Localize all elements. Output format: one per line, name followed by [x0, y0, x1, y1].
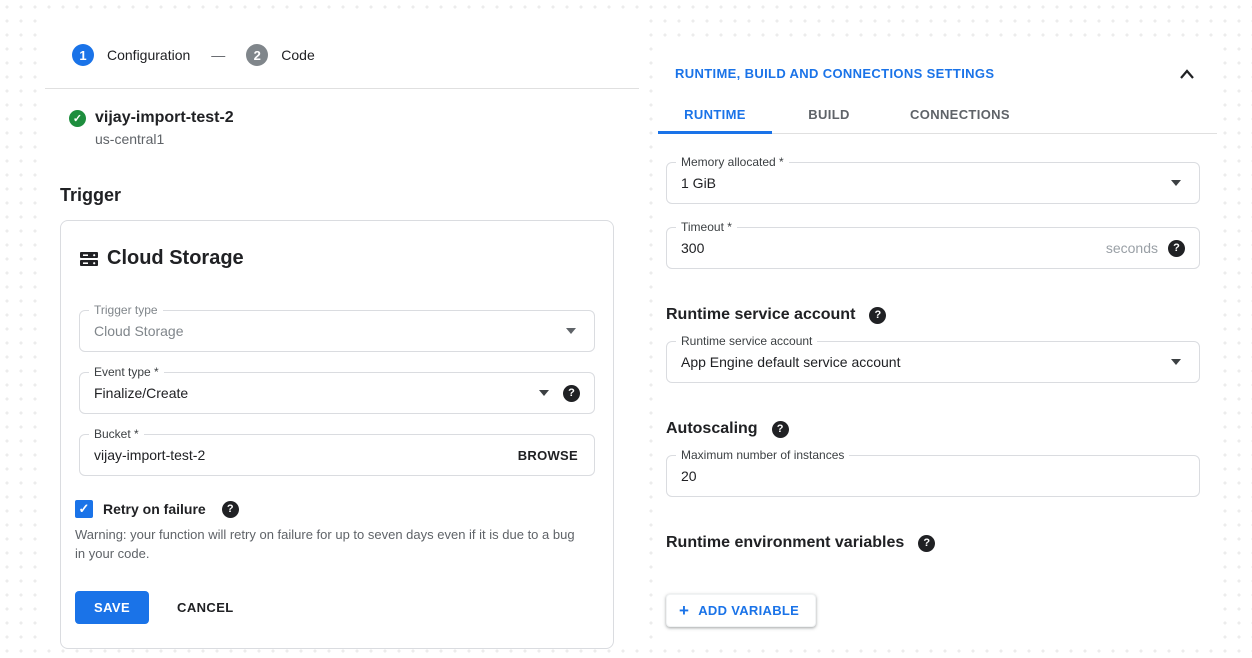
chevron-up-icon[interactable] [1179, 68, 1195, 80]
retry-on-failure-row: ✓ Retry on failure ? [75, 500, 595, 518]
retry-warning-text: Warning: your function will retry on fai… [75, 525, 587, 563]
dropdown-arrow-icon [566, 328, 576, 334]
runtime-settings-panel: RUNTIME, BUILD AND CONNECTIONS SETTINGS … [658, 45, 1217, 644]
configuration-panel: 1 Configuration — 2 Code ✓ vijay-import-… [45, 14, 639, 646]
timeout-label: Timeout * [676, 220, 737, 235]
function-region: us-central1 [95, 131, 639, 147]
bucket-label: Bucket * [89, 427, 144, 442]
tab-runtime[interactable]: RUNTIME [658, 97, 772, 133]
success-check-icon: ✓ [69, 110, 86, 127]
dropdown-arrow-icon [539, 390, 549, 396]
runtime-tab-content: Memory allocated * Timeout * seconds ? R… [658, 162, 1217, 627]
settings-expander-header[interactable]: RUNTIME, BUILD AND CONNECTIONS SETTINGS [658, 45, 1217, 81]
save-button[interactable]: SAVE [75, 591, 149, 624]
stepper-divider [45, 88, 639, 89]
cloud-storage-icon [79, 249, 99, 269]
trigger-type-value[interactable] [94, 323, 552, 339]
env-vars-help-icon[interactable]: ? [918, 535, 935, 552]
timeout-input[interactable] [681, 240, 1096, 256]
env-vars-title: Runtime environment variables [666, 534, 904, 552]
event-type-help-icon[interactable]: ? [563, 385, 580, 402]
bucket-field[interactable]: Bucket * BROWSE [79, 434, 595, 476]
event-type-select[interactable]: Event type * ? [79, 372, 595, 414]
form-actions: SAVE CANCEL [75, 591, 595, 624]
step-1-label[interactable]: Configuration [107, 47, 190, 63]
step-2-label[interactable]: Code [281, 47, 314, 63]
settings-expander-title[interactable]: RUNTIME, BUILD AND CONNECTIONS SETTINGS [675, 66, 994, 81]
dropdown-arrow-icon [1171, 180, 1181, 186]
runtime-service-account-value[interactable] [681, 354, 1157, 370]
timeout-field[interactable]: Timeout * seconds ? [666, 227, 1200, 269]
memory-allocated-select[interactable]: Memory allocated * [666, 162, 1200, 204]
retry-label: Retry on failure [103, 501, 206, 517]
step-1-indicator[interactable]: 1 [72, 44, 94, 66]
event-type-value[interactable] [94, 385, 525, 401]
tab-connections[interactable]: CONNECTIONS [886, 97, 1034, 133]
timeout-unit-suffix: seconds [1106, 240, 1158, 256]
autoscaling-heading: Autoscaling ? [666, 420, 1200, 438]
function-name: vijay-import-test-2 [95, 109, 234, 127]
add-variable-button[interactable]: + ADD VARIABLE [666, 594, 816, 627]
trigger-card: Cloud Storage Trigger type Event type * … [60, 220, 614, 649]
function-summary: ✓ vijay-import-test-2 [69, 109, 639, 127]
settings-tabs: RUNTIME BUILD CONNECTIONS [658, 97, 1217, 134]
timeout-help-icon[interactable]: ? [1168, 240, 1185, 257]
runtime-service-account-heading: Runtime service account ? [666, 306, 1200, 324]
memory-allocated-label: Memory allocated * [676, 155, 789, 170]
add-variable-label: ADD VARIABLE [698, 603, 799, 618]
browse-button[interactable]: BROWSE [516, 444, 580, 467]
cancel-button[interactable]: CANCEL [173, 591, 238, 624]
step-separator: — [211, 47, 225, 63]
wizard-stepper: 1 Configuration — 2 Code [72, 44, 639, 66]
tab-build[interactable]: BUILD [772, 97, 886, 133]
autoscaling-help-icon[interactable]: ? [772, 421, 789, 438]
retry-checkbox[interactable]: ✓ [75, 500, 93, 518]
event-type-label: Event type * [89, 365, 164, 380]
env-vars-heading: Runtime environment variables ? [666, 534, 1200, 552]
trigger-type-select[interactable]: Trigger type [79, 310, 595, 352]
trigger-card-header: Cloud Storage [79, 247, 595, 270]
trigger-card-title: Cloud Storage [107, 247, 244, 270]
runtime-service-account-label: Runtime service account [676, 334, 817, 349]
runtime-service-account-select[interactable]: Runtime service account [666, 341, 1200, 383]
autoscaling-title: Autoscaling [666, 420, 758, 438]
bucket-input[interactable] [94, 447, 506, 463]
trigger-type-label: Trigger type [89, 303, 163, 318]
memory-allocated-value[interactable] [681, 175, 1157, 191]
retry-help-icon[interactable]: ? [222, 501, 239, 518]
service-account-help-icon[interactable]: ? [869, 307, 886, 324]
trigger-section-title: Trigger [60, 185, 639, 206]
max-instances-field[interactable]: Maximum number of instances [666, 455, 1200, 497]
runtime-service-account-title: Runtime service account [666, 306, 855, 324]
step-2-indicator[interactable]: 2 [246, 44, 268, 66]
plus-icon: + [679, 604, 689, 617]
dropdown-arrow-icon [1171, 359, 1181, 365]
max-instances-label: Maximum number of instances [676, 448, 849, 463]
max-instances-input[interactable] [681, 468, 1185, 484]
